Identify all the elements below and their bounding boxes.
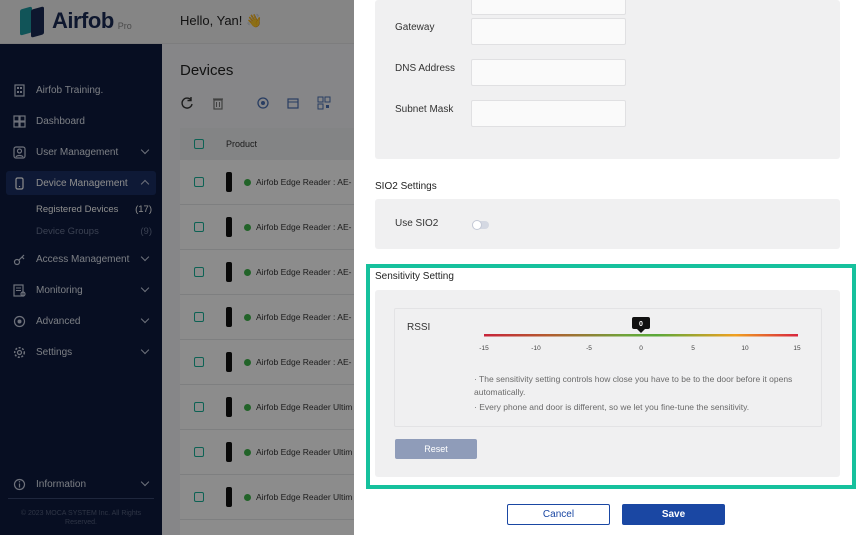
cancel-button[interactable]: Cancel: [507, 504, 610, 525]
ip-address-field[interactable]: [471, 0, 626, 15]
rssi-slider[interactable]: 0: [482, 316, 802, 342]
rssi-tick: 10: [741, 345, 749, 352]
rssi-tick: -15: [479, 345, 489, 352]
sensitivity-note: · The sensitivity setting controls how c…: [474, 374, 793, 397]
rssi-label: RSSI: [407, 322, 431, 333]
network-settings-panel: Gateway DNS Address Subnet Mask: [375, 0, 840, 159]
rssi-tick: 5: [691, 345, 695, 352]
rssi-tick: -10: [531, 345, 541, 352]
subnet-mask-field[interactable]: [471, 100, 626, 127]
use-sio2-toggle[interactable]: [472, 220, 489, 230]
use-sio2-label: Use SIO2: [395, 218, 439, 229]
gateway-label: Gateway: [395, 22, 435, 33]
rssi-pointer: [637, 329, 645, 333]
rssi-value: 0: [639, 321, 643, 328]
sio2-settings-title: SIO2 Settings: [375, 181, 437, 192]
sensitivity-setting-title: Sensitivity Setting: [375, 271, 454, 282]
rssi-tick: 0: [639, 345, 643, 352]
gateway-field[interactable]: [471, 18, 626, 45]
sio2-settings-panel: Use SIO2: [375, 199, 840, 249]
dns-address-field[interactable]: [471, 59, 626, 86]
sensitivity-note: · Every phone and door is different, so …: [474, 402, 750, 412]
reset-button[interactable]: Reset: [395, 439, 477, 459]
rssi-tick: -5: [586, 345, 592, 352]
device-settings-drawer: Gateway DNS Address Subnet Mask SIO2 Set…: [354, 0, 861, 535]
modal-backdrop[interactable]: [0, 0, 354, 535]
subnet-mask-label: Subnet Mask: [395, 104, 454, 115]
save-button[interactable]: Save: [622, 504, 725, 525]
rssi-tick: 15: [793, 345, 801, 352]
rssi-track: [484, 334, 798, 337]
dns-address-label: DNS Address: [395, 63, 456, 74]
